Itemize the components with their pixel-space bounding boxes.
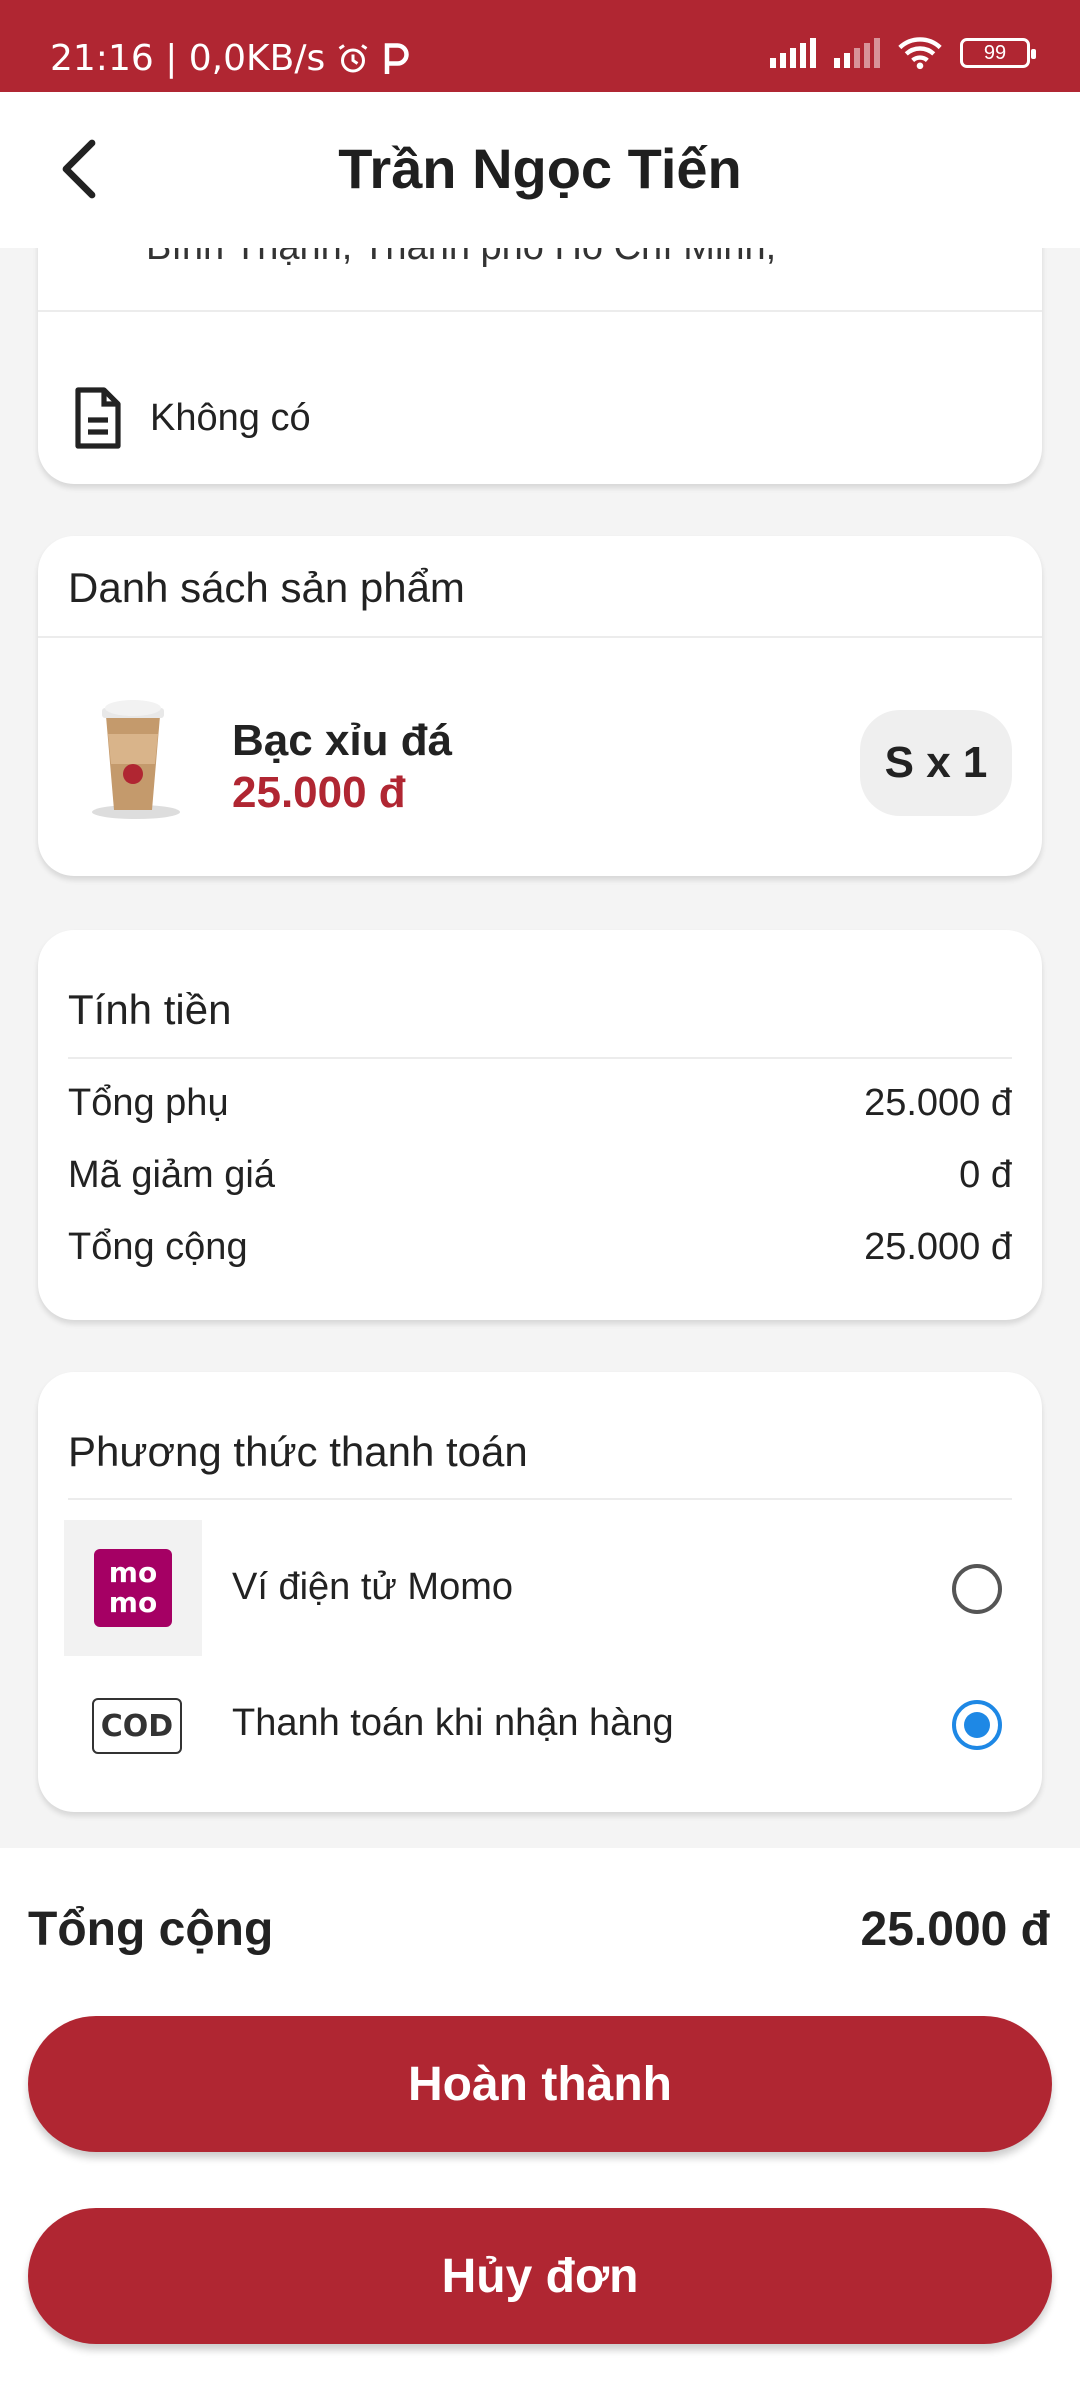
total-label-bill: Tổng cộng <box>68 1226 248 1268</box>
order-info-card: Bình Thạnh, Thành phố Hồ Chí Minh, Không… <box>38 248 1042 484</box>
battery-level: 99 <box>983 41 1007 64</box>
footer-total-value: 25.000 đ <box>860 1903 1050 1956</box>
status-left: 21:16 | 0,0KB/s <box>50 38 411 79</box>
product-name: Bạc xỉu đá <box>232 716 453 765</box>
parking-icon <box>384 42 409 74</box>
status-time: 21:16 | 0,0KB/s <box>50 38 326 79</box>
divider <box>68 1057 1012 1059</box>
alarm-icon <box>338 43 368 72</box>
note-text: Không có <box>150 396 311 439</box>
divider <box>38 310 1042 312</box>
cod-radio[interactable] <box>952 1700 1002 1750</box>
page-title: Trần Ngọc Tiến <box>338 137 742 200</box>
note-row: Không có <box>72 384 311 452</box>
subtotal-value: 25.000 đ <box>864 1082 1012 1124</box>
cancel-order-button[interactable]: Hủy đơn <box>28 2208 1052 2344</box>
momo-label: Ví điện tử Momo <box>232 1566 513 1608</box>
total-value-bill: 25.000 đ <box>864 1226 1012 1268</box>
total-row: Tổng cộng 25.000 đ <box>68 1226 1012 1269</box>
billing-heading: Tính tiền <box>68 986 232 1033</box>
divider <box>68 1498 1012 1500</box>
momo-logo: mo mo <box>94 1549 172 1627</box>
billing-card: Tính tiền Tổng phụ 25.000 đ Mã giảm giá … <box>38 930 1042 1320</box>
payment-option-cod[interactable]: COD Thanh toán khi nhận hàng <box>38 1656 1042 1792</box>
product-image <box>92 700 180 819</box>
product-list-heading: Danh sách sản phẩm <box>68 564 465 611</box>
product-list-card: Danh sách sản phẩm Bạc xỉu đá 25.000 đ S… <box>38 536 1042 876</box>
product-item[interactable]: Bạc xỉu đá 25.000 đ S x 1 <box>38 664 1042 854</box>
address-text: Bình Thạnh, Thành phố Hồ Chí Minh, <box>146 248 776 269</box>
complete-button[interactable]: Hoàn thành <box>28 2016 1052 2152</box>
wifi-icon <box>898 37 942 70</box>
subtotal-row: Tổng phụ 25.000 đ <box>68 1082 1012 1125</box>
signal-2-icon <box>834 38 880 68</box>
bottom-action-bar: Tổng cộng 25.000 đ Hoàn thành Hủy đơn <box>0 1848 1080 2400</box>
momo-radio[interactable] <box>952 1564 1002 1614</box>
discount-label: Mã giảm giá <box>68 1154 275 1196</box>
discount-value: 0 đ <box>959 1154 1012 1196</box>
order-detail-scroll[interactable]: Bình Thạnh, Thành phố Hồ Chí Minh, Không… <box>0 248 1080 1848</box>
footer-total-label: Tổng cộng <box>28 1903 274 1956</box>
payment-heading: Phương thức thanh toán <box>68 1428 528 1475</box>
subtotal-label: Tổng phụ <box>68 1082 229 1124</box>
payment-option-momo[interactable]: mo mo Ví điện tử Momo <box>38 1520 1042 1656</box>
divider <box>38 636 1042 638</box>
cod-label: Thanh toán khi nhận hàng <box>232 1702 674 1744</box>
cod-logo: COD <box>92 1698 182 1754</box>
signal-icon <box>770 38 816 68</box>
app-header: Trần Ngọc Tiến <box>0 92 1080 248</box>
document-icon <box>75 387 121 449</box>
battery-icon: 99 <box>960 38 1036 68</box>
momo-logo-box: mo mo <box>64 1520 202 1656</box>
payment-method-card: Phương thức thanh toán mo mo Ví điện tử M… <box>38 1372 1042 1812</box>
status-bar: 21:16 | 0,0KB/s 99 <box>0 0 1080 92</box>
product-price: 25.000 đ <box>232 768 406 817</box>
product-quantity: S x 1 <box>860 710 1012 816</box>
status-right: 99 <box>770 36 1036 70</box>
discount-row: Mã giảm giá 0 đ <box>68 1154 1012 1197</box>
